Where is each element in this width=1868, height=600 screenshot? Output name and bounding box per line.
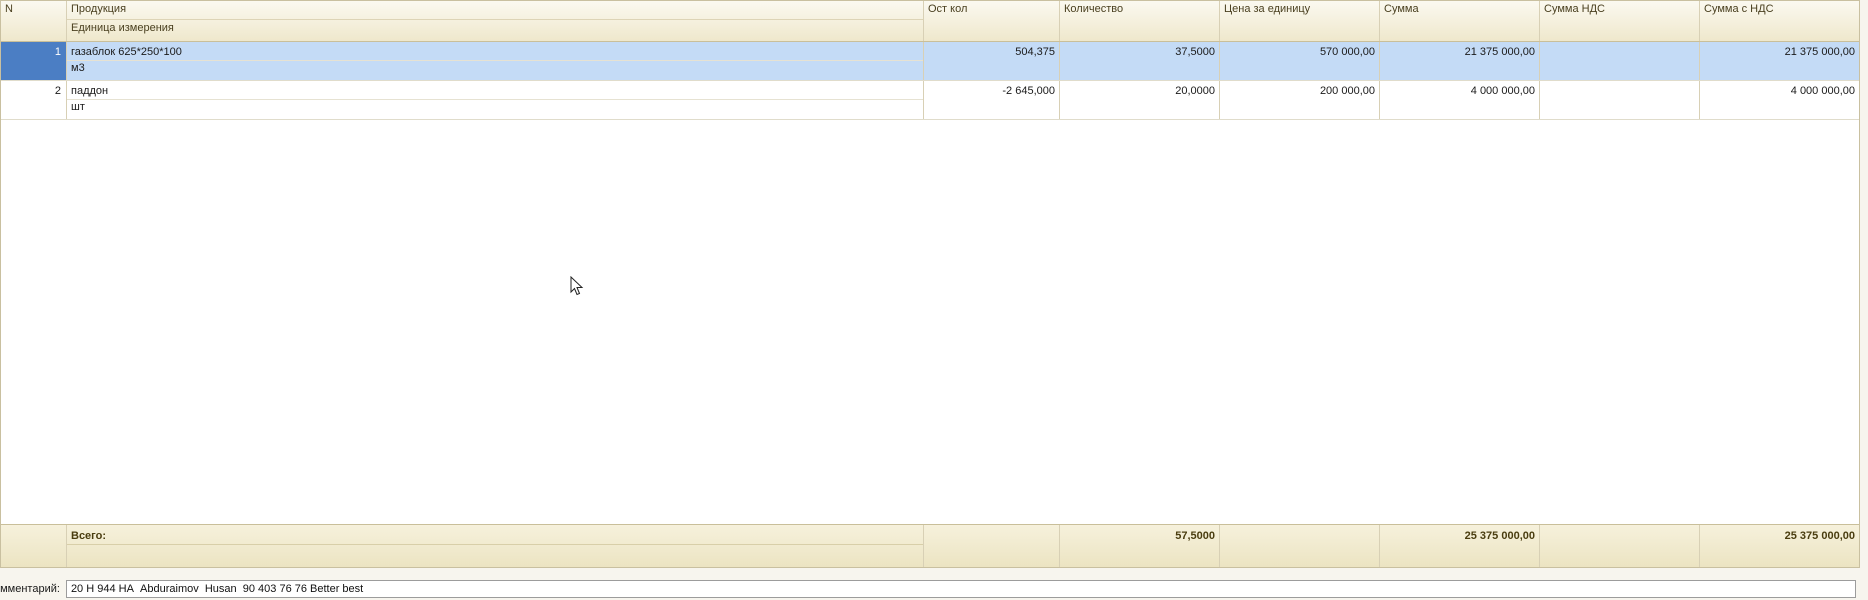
stock-cell[interactable]: -2 645,000 [924, 81, 1060, 119]
col-header-n[interactable]: N [1, 1, 67, 41]
comment-label: омментарий: [0, 583, 60, 595]
product-cell[interactable]: газаблок 625*250*100 м3 [67, 42, 924, 80]
vat-sum-cell[interactable] [1540, 42, 1700, 80]
row-number: 1 [1, 42, 67, 80]
table-header: N Продукция Единица измерения Ост кол Ко… [1, 1, 1859, 42]
product-name: газаблок 625*250*100 [67, 42, 923, 61]
product-name: паддон [67, 81, 923, 100]
comment-input[interactable] [65, 580, 1856, 598]
total-quantity: 57,5000 [1060, 525, 1220, 567]
col-header-price[interactable]: Цена за единицу [1220, 1, 1380, 41]
footer-vat-cell [1540, 525, 1700, 567]
footer-price-cell [1220, 525, 1380, 567]
sum-with-vat-cell[interactable]: 4 000 000,00 [1700, 81, 1859, 119]
footer-n-cell [1, 525, 67, 567]
col-header-sum[interactable]: Сумма [1380, 1, 1540, 41]
product-unit: шт [71, 101, 85, 113]
col-header-unit-label[interactable]: Единица измерения [67, 20, 923, 36]
col-header-product[interactable]: Продукция Единица измерения [67, 1, 924, 41]
quantity-cell[interactable]: 20,0000 [1060, 81, 1220, 119]
quantity-cell[interactable]: 37,5000 [1060, 42, 1220, 80]
product-unit: м3 [71, 62, 85, 74]
comment-bar: омментарий: [0, 578, 1868, 600]
sum-cell[interactable]: 4 000 000,00 [1380, 81, 1540, 119]
col-header-sum-with-vat[interactable]: Сумма с НДС [1700, 1, 1859, 41]
total-sum: 25 375 000,00 [1380, 525, 1540, 567]
vat-sum-cell[interactable] [1540, 81, 1700, 119]
product-cell[interactable]: паддон шт [67, 81, 924, 119]
table-empty-area[interactable] [1, 120, 1859, 524]
sum-cell[interactable]: 21 375 000,00 [1380, 42, 1540, 80]
totals-footer: Всего: 57,5000 25 375 000,00 25 375 000,… [1, 524, 1859, 567]
col-header-vat-sum[interactable]: Сумма НДС [1540, 1, 1700, 41]
table-row[interactable]: 2 паддон шт -2 645,000 20,0000 200 000,0… [1, 81, 1859, 120]
table-row[interactable]: 1 газаблок 625*250*100 м3 504,375 37,500… [1, 42, 1859, 81]
price-cell[interactable]: 570 000,00 [1220, 42, 1380, 80]
footer-product-cell: Всего: [67, 525, 924, 567]
sum-with-vat-cell[interactable]: 21 375 000,00 [1700, 42, 1859, 80]
stock-cell[interactable]: 504,375 [924, 42, 1060, 80]
row-number: 2 [1, 81, 67, 119]
col-header-product-label[interactable]: Продукция [67, 1, 923, 20]
products-table: N Продукция Единица измерения Ост кол Ко… [0, 0, 1860, 568]
totals-label: Всего: [67, 525, 923, 545]
total-sum-with-vat: 25 375 000,00 [1784, 530, 1855, 542]
col-header-quantity[interactable]: Количество [1060, 1, 1220, 41]
mouse-pointer-icon [570, 276, 584, 296]
col-header-stock[interactable]: Ост кол [924, 1, 1060, 41]
price-cell[interactable]: 200 000,00 [1220, 81, 1380, 119]
footer-stock-cell [924, 525, 1060, 567]
